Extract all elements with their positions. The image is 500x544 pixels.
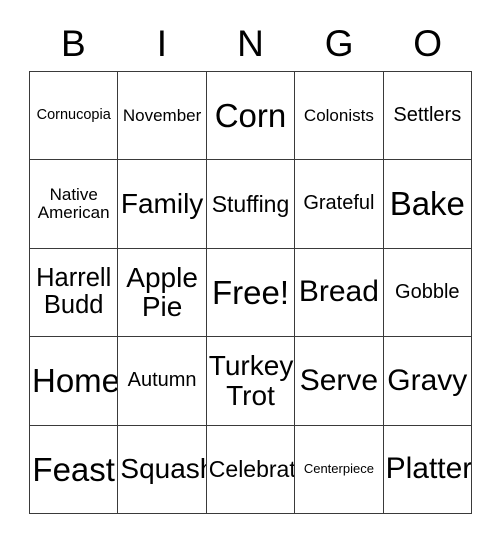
bingo-cell-b5[interactable]: Feast bbox=[30, 425, 119, 514]
bingo-cell-free-space[interactable]: Free! bbox=[206, 248, 296, 338]
bingo-cell-n2[interactable]: Stuffing bbox=[206, 160, 296, 249]
bingo-cell-i3[interactable]: Apple Pie bbox=[118, 248, 207, 338]
bingo-cell-b4[interactable]: Home bbox=[30, 337, 119, 426]
bingo-cell-label: Home bbox=[32, 362, 119, 400]
bingo-cell-label: Gravy bbox=[387, 363, 468, 397]
bingo-cell-o5[interactable]: Platter bbox=[383, 425, 472, 514]
bingo-grid: Cornucopia November Corn Colonists Settl… bbox=[29, 71, 472, 514]
bingo-cell-label: Squash bbox=[120, 453, 207, 485]
bingo-cell-label: Colonists bbox=[303, 105, 374, 125]
bingo-cell-label: November bbox=[122, 105, 202, 125]
bingo-cell-label: Autumn bbox=[127, 369, 197, 392]
bingo-cell-label: Platter bbox=[385, 452, 472, 486]
bingo-cell-n1[interactable]: Corn bbox=[206, 72, 296, 161]
bingo-header-row: B I N G O bbox=[29, 16, 472, 71]
bingo-cell-label: Bake bbox=[389, 185, 465, 223]
bingo-cell-label: Settlers bbox=[393, 104, 462, 126]
bingo-cell-label: Bread bbox=[298, 275, 379, 309]
bingo-header-letter-g: G bbox=[324, 22, 354, 64]
bingo-header-letter-b: B bbox=[60, 22, 86, 64]
bingo-cell-o3[interactable]: Gobble bbox=[383, 248, 472, 338]
bingo-cell-o2[interactable]: Bake bbox=[383, 160, 472, 249]
bingo-header-letter-o: O bbox=[413, 22, 443, 64]
bingo-cell-g2[interactable]: Grateful bbox=[295, 160, 384, 249]
bingo-cell-label: Harrell Budd bbox=[36, 264, 112, 320]
bingo-cell-label: Free! bbox=[211, 273, 289, 311]
bingo-cell-label: Native American bbox=[37, 184, 110, 223]
bingo-cell-label: Apple Pie bbox=[126, 261, 198, 323]
bingo-cell-label: Corn bbox=[214, 97, 287, 135]
bingo-cell-n5[interactable]: Celebrate bbox=[206, 425, 296, 514]
bingo-cell-b1[interactable]: Cornucopia bbox=[30, 72, 119, 161]
bingo-cell-label: Cornucopia bbox=[36, 106, 111, 123]
bingo-cell-label: Gobble bbox=[395, 280, 460, 303]
bingo-header-letter-i: I bbox=[156, 22, 168, 64]
bingo-cell-o4[interactable]: Gravy bbox=[383, 337, 472, 426]
bingo-cell-b2[interactable]: Native American bbox=[30, 160, 119, 249]
bingo-cell-label: Grateful bbox=[303, 192, 375, 215]
bingo-cell-label: Turkey Trot bbox=[208, 349, 294, 411]
bingo-cell-label: Feast bbox=[32, 450, 115, 488]
bingo-cell-label: Celebrate bbox=[208, 455, 296, 482]
bingo-card: B I N G O Cornucopia November Corn Colon… bbox=[0, 0, 500, 544]
bingo-cell-n4[interactable]: Turkey Trot bbox=[206, 337, 296, 426]
bingo-cell-b3[interactable]: Harrell Budd bbox=[30, 248, 119, 338]
bingo-cell-label: Serve bbox=[299, 363, 379, 397]
bingo-cell-g3[interactable]: Bread bbox=[295, 248, 384, 338]
bingo-cell-label: Stuffing bbox=[211, 190, 290, 217]
bingo-cell-label: Centerpiece bbox=[303, 461, 374, 477]
bingo-cell-i1[interactable]: November bbox=[118, 72, 207, 161]
bingo-cell-label: Family bbox=[120, 188, 204, 220]
bingo-cell-g5[interactable]: Centerpiece bbox=[295, 425, 384, 514]
bingo-header-letter-n: N bbox=[237, 22, 264, 64]
bingo-cell-i5[interactable]: Squash bbox=[118, 425, 207, 514]
bingo-cell-g1[interactable]: Colonists bbox=[295, 72, 384, 161]
bingo-cell-o1[interactable]: Settlers bbox=[383, 72, 472, 161]
bingo-cell-i4[interactable]: Autumn bbox=[118, 337, 207, 426]
bingo-cell-g4[interactable]: Serve bbox=[295, 337, 384, 426]
bingo-cell-i2[interactable]: Family bbox=[118, 160, 207, 249]
